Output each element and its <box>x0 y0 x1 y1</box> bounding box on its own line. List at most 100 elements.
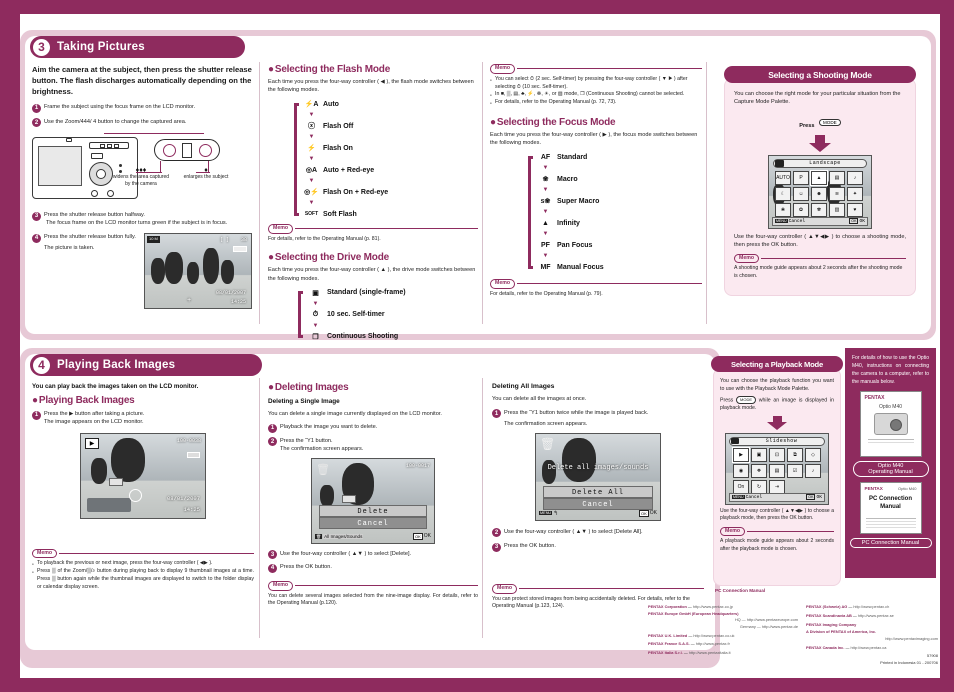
footer-url: http://www.pentax.fr <box>695 641 730 647</box>
drive-memo-list: You can select ⏱ (2 sec. Self-timer) by … <box>490 76 702 107</box>
palette-icon-voice-memo: ♪ <box>805 463 821 478</box>
lcd-battery-icon <box>233 246 247 253</box>
section-3-title: Taking Pictures <box>57 41 145 53</box>
manual-model: Optio M40 <box>878 404 903 410</box>
chain-arrow: ▼ <box>308 156 315 163</box>
delete-step-4-text: Press the OK button. <box>280 564 332 571</box>
playback-step-1: 1 Press the ▶ button after taking a pict… <box>32 410 254 426</box>
zoom-wide-label: widens the area captured by the camera <box>112 174 170 187</box>
delete-all-step-1-subtext: The confirmation screen appears. <box>504 420 588 427</box>
menu-button-icon: MENU <box>732 495 745 500</box>
ok-label: OK <box>423 533 431 540</box>
step-3-number: 3 <box>32 211 41 221</box>
playback-mode-panel-body: You can choose the playback function you… <box>720 378 834 553</box>
delete-single-heading: Deleting a Single Image <box>268 398 340 405</box>
shooting-mode-panel-title: Selecting a Shooting Mode <box>724 66 916 83</box>
chain-arrow: ▼ <box>312 322 319 329</box>
lcd-thumb-marker <box>109 477 123 486</box>
shooting-panel-memo: Memo A shooting mode guide appears about… <box>734 253 906 281</box>
playback-panel-memo-text: A playback mode guide appears about 2 se… <box>720 538 834 552</box>
lcd-focus-circle-icon <box>129 488 142 502</box>
deleting-col: ● Deleting Images Deleting a Single Imag… <box>268 382 478 608</box>
footer-code-number: 57908 <box>926 653 938 658</box>
operating-manual-caption: Optio M40 Operating Manual <box>852 461 929 477</box>
super-macro-icon: s❀ <box>540 198 551 206</box>
lcd-capture-preview: 10 M [ ] 38 08/01/2007 14:25 + <box>144 233 252 310</box>
delete-all-step-2-text: Use the four-way controller ( ▲▼ ) to se… <box>504 528 643 535</box>
trash-icon: 🗑 <box>540 436 556 451</box>
flash-auto-label: Auto <box>323 100 339 108</box>
step-4-text: Press the shutter release button fully. <box>44 234 136 241</box>
memo-label: Memo <box>268 580 293 591</box>
playback-step-1-text: Press the ▶ button after taking a pictur… <box>44 411 145 418</box>
soft-flash-label: Soft Flash <box>323 210 357 218</box>
infinity-label: Infinity <box>557 219 580 227</box>
palette-icon-filter: ◇ <box>805 447 821 462</box>
chain-arrow: ▼ <box>308 134 315 141</box>
focus-mode-intro: Each time you press the four-way control… <box>490 131 698 147</box>
focus-memo-text: For details, refer to the Operating Manu… <box>490 290 603 297</box>
shooting-panel-intro: You can choose the right mode for your p… <box>734 91 901 106</box>
delete-step-2-text: Press the Ὕ1 button. <box>280 437 333 444</box>
continuous-shooting-icon: ❐ <box>312 333 319 341</box>
bullet-icon: ● <box>268 382 274 393</box>
ok-button-icon: OK <box>849 218 859 225</box>
delete-step-3: 3 Use the four-way controller ( ▲▼ ) to … <box>268 550 478 560</box>
delete-option-delete[interactable]: Delete <box>319 504 427 517</box>
zoom-button-closeup <box>154 139 220 161</box>
zoom-tele-icon: ♦ <box>204 167 208 174</box>
memo-label: Memo <box>492 583 517 594</box>
palette-icon-program: P <box>793 170 809 185</box>
single-frame-icon: ▣ <box>312 289 319 297</box>
chain-arrow: ▼ <box>542 165 549 172</box>
focus-mode-item: s❀ Super Macro <box>538 196 702 207</box>
palette-icon-startup: On <box>733 479 749 494</box>
ok-button-icon: OK <box>412 532 423 540</box>
page-edge-bottom <box>0 678 954 692</box>
footer-url: http://www.pentax.se <box>857 612 894 618</box>
focus-memo: Memo For details, refer to the Operating… <box>490 278 702 299</box>
delete-all-heading: Deleting All Images <box>492 383 555 390</box>
capture-mode-palette-lcd: Landscape AUTO P ▲ ▤ ♪ ☾ ☺ ☻ ≋ ✦ ❀ ✿ ✾ ▥… <box>768 154 872 229</box>
flash-auto-redeye-label: Auto + Red-eye <box>323 166 375 174</box>
palette-icon-frame: ♥ <box>847 202 863 217</box>
lcd-time: 14:25 <box>183 505 200 513</box>
focus-mode-item: ▲ Infinity <box>538 218 702 229</box>
palette-icon-night: ☾ <box>775 186 791 201</box>
bullet-icon: ● <box>32 395 38 407</box>
memo-label: Memo <box>490 64 515 74</box>
footer-url: HQ — http://www.pentaxeurope.com <box>734 617 798 623</box>
memo-label: Memo <box>490 278 515 289</box>
playing-back-heading: ● Playing Back Images <box>32 395 135 407</box>
flash-off-label: Flash Off <box>323 122 354 130</box>
playback-memo-list: To playback the previous or next image, … <box>32 560 254 591</box>
chain-bracket <box>528 155 533 269</box>
flash-on-redeye-icon: ◎⚡ <box>304 189 319 197</box>
manual-focus-icon: MF <box>540 263 551 271</box>
shooting-panel-caption: Use the four-way controller ( ▲▼◀▶ ) to … <box>734 233 906 249</box>
memo-rule <box>517 283 702 285</box>
pan-focus-icon: PF <box>541 241 550 249</box>
palette-selected-function: Slideshow <box>765 438 798 445</box>
flash-mode-item: ◎A Auto + Red-eye <box>304 165 478 176</box>
drive-mode-item: ❐ Continuous Shooting <box>308 331 478 342</box>
lcd-file-number: 100-0038 <box>176 437 201 444</box>
playback-mode-icon: ▶ <box>85 437 99 449</box>
playback-panel-caption: Use the four-way controller ( ▲▼◀▶ ) to … <box>720 507 834 522</box>
playback-step-1-number: 1 <box>32 410 41 420</box>
lcd-date: 08/01/2007 <box>166 494 200 502</box>
delete-all-option[interactable]: Delete All <box>543 485 653 498</box>
palette-icon-protect: ☑ <box>787 463 803 478</box>
playback-step-1-subtext: The image appears on the LCD monitor. <box>44 419 144 426</box>
chain-bracket <box>298 291 303 339</box>
lcd-tree <box>320 484 334 507</box>
palette-icon-text: ▥ <box>829 202 845 217</box>
single-frame-label: Standard (single-frame) <box>327 289 406 297</box>
flash-memo-text: For details, refer to the Operating Manu… <box>268 235 381 242</box>
footer-company: PENTAX Canada Inc. <box>806 645 845 651</box>
flash-on-redeye-label: Flash On + Red-eye <box>323 188 389 196</box>
playback-lcd: ▶ 100-0038 08/01/2007 14:25 <box>80 432 206 519</box>
drive-mode-item: ▣ Standard (single-frame) <box>308 287 478 298</box>
delete-option-cancel[interactable]: Cancel <box>319 516 427 529</box>
playback-panel-memo: Memo A playback mode guide appears about… <box>720 526 834 554</box>
